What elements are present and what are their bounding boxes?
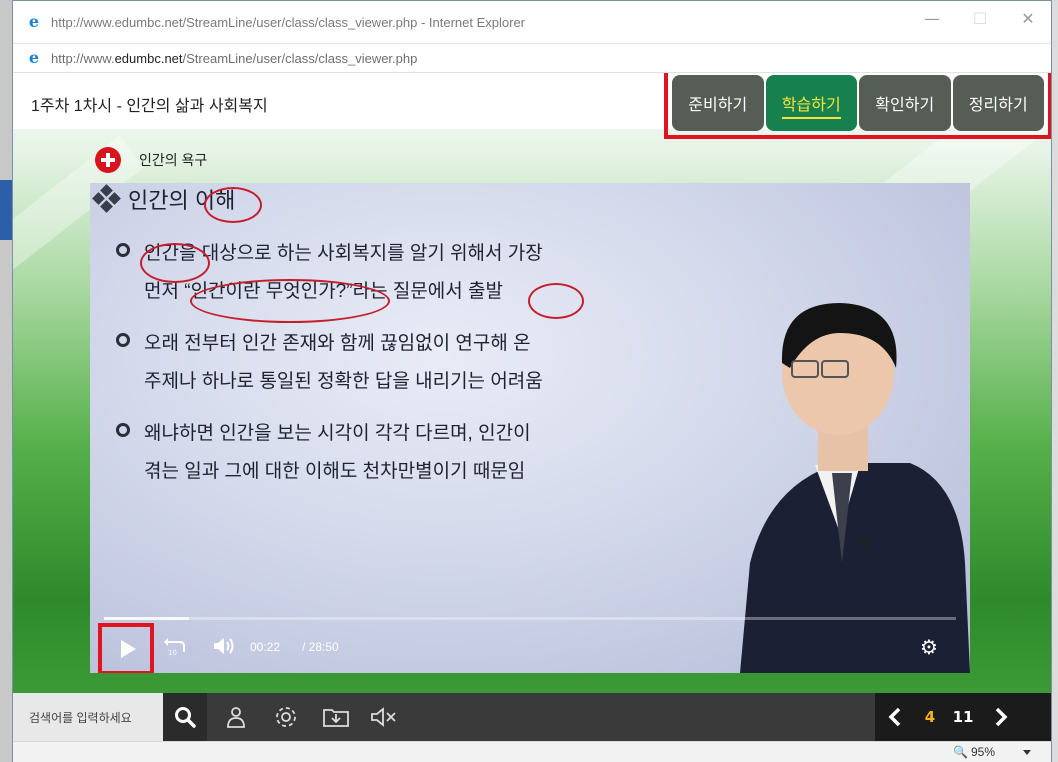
desktop-edge-accent xyxy=(0,180,12,240)
slide-bullets: 인간을 대상으로 하는 사회복지를 알기 위해서 가장 먼저 “인간이란 무엇인… xyxy=(116,235,676,505)
slide-bullet: 오래 전부터 인간 존재와 함께 끊임없이 연구해 온 주제나 하나로 통일된 … xyxy=(116,325,676,401)
rewind-label: 10 xyxy=(168,649,177,656)
bullet-text: 왜냐하면 인간을 보는 시각이 각각 다르며, 인간이 겪는 일과 그에 대한 … xyxy=(144,415,531,491)
url-text[interactable]: http://www.edumbc.net/StreamLine/user/cl… xyxy=(51,51,417,66)
total-pages: 11 xyxy=(952,708,974,726)
bullet-dot xyxy=(116,243,130,257)
tutor-button[interactable] xyxy=(221,703,251,731)
search-icon xyxy=(175,707,196,728)
mute-icon xyxy=(371,707,396,727)
person-icon xyxy=(227,707,245,728)
next-page-button[interactable] xyxy=(981,693,1021,741)
internet-explorer-icon: e xyxy=(28,12,40,31)
status-bar: 🔍 95% xyxy=(13,741,1051,762)
bullet-text: 인간을 대상으로 하는 사회복지를 알기 위해서 가장 먼저 “인간이란 무엇인… xyxy=(144,235,543,311)
current-page: 4 xyxy=(924,708,936,726)
play-button[interactable] xyxy=(98,623,154,673)
slide-title: 인간의 이해 xyxy=(128,188,236,213)
address-bar[interactable]: e http://www.edumbc.net/StreamLine/user/… xyxy=(13,43,1051,73)
step-tabs: 준비하기 학습하기 확인하기 정리하기 xyxy=(664,73,1051,139)
window-title: http://www.edumbc.net/StreamLine/user/cl… xyxy=(51,14,525,30)
tab-check[interactable]: 확인하기 xyxy=(859,75,951,131)
chevron-right-icon xyxy=(995,707,1008,727)
window-controls: — ☐ ✕ xyxy=(917,9,1043,28)
page-navigator: 4 11 xyxy=(875,693,1051,741)
video-progress-fill xyxy=(104,617,190,620)
bullet-text: 오래 전부터 인간 존재와 함께 끊임없이 연구해 온 주제나 하나로 통일된 … xyxy=(144,325,543,401)
settings-button[interactable] xyxy=(271,703,301,731)
prev-page-button[interactable] xyxy=(875,693,915,741)
plus-circle-icon xyxy=(95,147,121,173)
bullet-line: 오래 전부터 인간 존재와 함께 끊임없이 연구해 온 xyxy=(144,333,531,354)
close-button[interactable]: ✕ xyxy=(1013,9,1043,28)
viewer-toolbar: 검색어를 입력하세요 4 11 xyxy=(13,693,1051,741)
volume-icon[interactable] xyxy=(212,636,236,660)
page-favicon-icon: e xyxy=(28,48,40,67)
tab-learn[interactable]: 학습하기 xyxy=(765,75,857,131)
total-time: / 28:50 xyxy=(302,640,339,654)
rewind-10-icon[interactable]: 10 xyxy=(164,636,186,660)
slide-bullet: 왜냐하면 인간을 보는 시각이 각각 다르며, 인간이 겪는 일과 그에 대한 … xyxy=(116,415,676,491)
desktop-edge xyxy=(0,0,12,762)
tab-prepare[interactable]: 준비하기 xyxy=(672,75,764,131)
url-prefix: http://www. xyxy=(51,50,115,66)
section-label: 인간의 욕구 xyxy=(139,152,208,168)
zoom-control[interactable]: 🔍 95% xyxy=(953,745,995,759)
zoom-dropdown-icon[interactable] xyxy=(1023,750,1031,755)
bullet-line: 겪는 일과 그에 대한 이해도 천차만별이기 때문임 xyxy=(144,461,526,482)
chevron-left-icon xyxy=(888,707,901,727)
settings-gear-icon[interactable]: ⚙ xyxy=(920,635,938,659)
section-heading: 인간의 욕구 xyxy=(95,147,207,173)
lesson-title: 1주차 1차시 - 인간의 삶과 사회복지 xyxy=(31,98,268,115)
url-domain: edumbc.net xyxy=(114,50,183,66)
zoom-level: 95% xyxy=(970,745,995,759)
class-viewer: 1주차 1차시 - 인간의 삶과 사회복지 준비하기 학습하기 확인하기 정리하… xyxy=(13,73,1051,693)
bullet-line: 왜냐하면 인간을 보는 시각이 각각 다르며, 인간이 xyxy=(144,423,531,444)
mute-button[interactable] xyxy=(369,703,399,731)
video-controls: 10 00:22 / 28:50 ⚙ xyxy=(90,621,970,673)
download-button[interactable] xyxy=(321,703,351,731)
video-player[interactable]: 인간의 이해 인간을 대상으로 하는 사회복지를 알기 위해서 가장 먼저 “인… xyxy=(90,183,970,673)
bullet-dot xyxy=(116,333,130,347)
search-button[interactable] xyxy=(163,693,207,741)
browser-window: e http://www.edumbc.net/StreamLine/user/… xyxy=(12,0,1052,762)
bullet-line: 인간을 대상으로 하는 사회복지를 알기 위해서 가장 xyxy=(144,243,543,264)
slide-title-row: 인간의 이해 xyxy=(90,183,235,215)
bullet-dot xyxy=(116,423,130,437)
diamond-bullet-icon xyxy=(92,184,122,214)
url-path: /StreamLine/user/class/class_viewer.php xyxy=(182,50,418,66)
gear-icon xyxy=(276,707,296,727)
search-input[interactable]: 검색어를 입력하세요 xyxy=(13,693,163,741)
current-time: 00:22 xyxy=(250,640,281,654)
title-bar: e http://www.edumbc.net/StreamLine/user/… xyxy=(13,1,1051,43)
bullet-line: 주제나 하나로 통일된 정확한 답을 내리기는 어려움 xyxy=(144,371,543,392)
slide-bullet: 인간을 대상으로 하는 사회복지를 알기 위해서 가장 먼저 “인간이란 무엇인… xyxy=(116,235,676,311)
bullet-line: 먼저 “인간이란 무엇인가?”라는 질문에서 출발 xyxy=(144,281,503,302)
download-folder-icon xyxy=(323,709,349,727)
zoom-icon: 🔍 xyxy=(953,745,968,759)
video-progress-bar[interactable] xyxy=(104,617,956,620)
maximize-button[interactable]: ☐ xyxy=(965,9,995,28)
minimize-button[interactable]: — xyxy=(917,9,947,28)
tab-summary[interactable]: 정리하기 xyxy=(952,75,1044,131)
presenter-figure xyxy=(740,303,970,673)
play-icon xyxy=(120,640,136,658)
